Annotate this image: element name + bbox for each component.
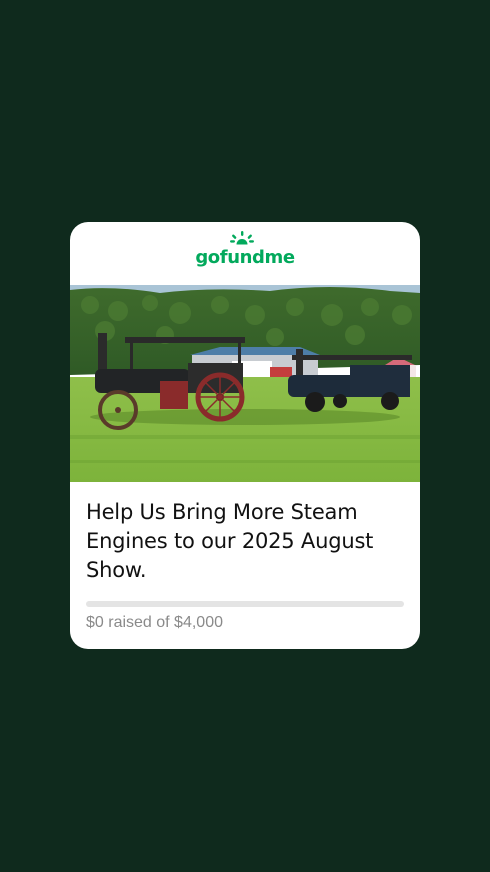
sun-icon — [230, 231, 255, 245]
gofundme-logo: gofundme — [195, 231, 295, 268]
fundraiser-photo[interactable] — [70, 285, 420, 482]
card-header: gofundme — [70, 222, 420, 285]
fundraiser-title[interactable]: Help Us Bring More Steam Engines to our … — [86, 498, 404, 585]
brand-wordmark: gofundme — [195, 247, 295, 268]
fundraiser-card[interactable]: gofundme Help Us Bring More Steam Engine… — [70, 222, 420, 649]
progress-bar — [86, 601, 404, 607]
card-body: Help Us Bring More Steam Engines to our … — [70, 482, 420, 634]
page-background: gofundme Help Us Bring More Steam Engine… — [0, 0, 490, 872]
amount-raised-text: $0 raised of $4,000 — [86, 614, 223, 631]
